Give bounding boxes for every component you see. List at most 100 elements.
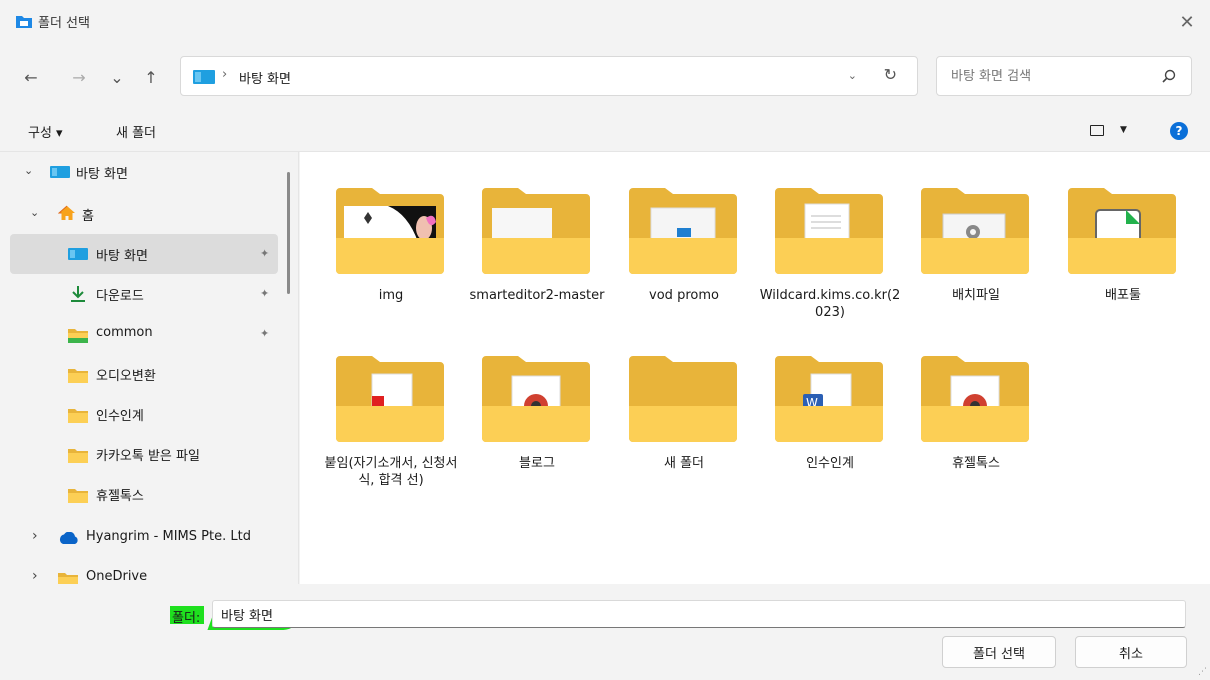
folder-tile[interactable]: vod promo (611, 174, 741, 344)
sidebar-item-home[interactable]: ⌄ 홈 (10, 194, 278, 234)
help-button[interactable]: ? (1170, 122, 1188, 140)
recent-locations-button[interactable]: ⌄ (104, 64, 130, 90)
folder-name: 배치파일 (952, 288, 1000, 303)
resize-grip-icon[interactable]: ⋰ (1198, 667, 1207, 677)
sidebar-item-audio-convert[interactable]: 오디오변환 (10, 354, 278, 394)
sidebar-item-onedrive-business[interactable]: › Hyangrim - MIMS Pte. Ltd (10, 518, 278, 558)
folder-label: 폴더: (172, 611, 201, 626)
folder-icon (336, 356, 444, 442)
address-dropdown-icon[interactable]: ⌄ (848, 69, 857, 82)
folder-name: smarteditor2-master (469, 288, 605, 303)
chevron-down-icon[interactable]: ⌄ (30, 206, 39, 219)
sidebar-item-label: 바탕 화면 (96, 249, 148, 264)
sidebar-item-kakaotalk-files[interactable]: 카카오톡 받은 파일 (10, 434, 278, 474)
sidebar-item-label: 카카오톡 받은 파일 (96, 449, 200, 464)
search-box (936, 56, 1192, 96)
sidebar-item-label: 인수인계 (96, 409, 144, 424)
chevron-down-icon[interactable]: ⌄ (24, 164, 33, 177)
navigation-pane: ⌄ 바탕 화면 ⌄ 홈 바탕 화면 ✦ 다운로드 ✦ common ✦ 오디오변… (0, 152, 292, 584)
desktop-icon (193, 70, 215, 84)
sidebar-item-handover[interactable]: 인수인계 (10, 394, 278, 434)
folder-icon (68, 489, 88, 503)
chevron-right-icon[interactable]: › (32, 568, 38, 584)
organize-menu[interactable]: 구성 ▾ (28, 122, 63, 141)
folder-tile[interactable]: 새 폴더 (611, 342, 741, 512)
close-icon: ✕ (1179, 11, 1195, 33)
search-input[interactable] (937, 57, 1147, 95)
chevron-right-icon[interactable]: › (32, 528, 38, 544)
folder-tile[interactable]: smarteditor2-master (464, 174, 604, 344)
forward-button[interactable]: → (66, 64, 92, 90)
sidebar-item-label: 다운로드 (96, 289, 144, 304)
chevron-down-icon: ⌄ (110, 67, 124, 87)
folder-name: 휴젤톡스 (952, 456, 1000, 471)
folder-tile[interactable]: Wildcard.kims.co.kr(2023) (757, 174, 900, 344)
window-title: 폴더 선택 (38, 16, 90, 31)
sidebar-item-onedrive[interactable]: › OneDrive (10, 558, 278, 584)
pin-icon: ✦ (260, 247, 270, 260)
address-bar[interactable]: › 바탕 화면 ⌄ ↻ (180, 56, 918, 96)
cloud-icon (59, 532, 78, 544)
breadcrumb-desktop[interactable]: 바탕 화면 (239, 68, 291, 87)
up-button[interactable]: ↑ (138, 64, 164, 90)
new-folder-button[interactable]: 새 폴더 (116, 122, 156, 141)
sidebar-item-hugeltox[interactable]: 휴젤톡스 (10, 474, 278, 514)
folder-icon (629, 188, 737, 274)
folder-tile[interactable]: W 인수인계 (757, 342, 887, 512)
view-options-button[interactable]: ▼ (1088, 120, 1136, 142)
download-icon (71, 286, 85, 302)
desktop-icon (50, 166, 70, 178)
back-arrow-icon: ← (24, 67, 38, 87)
navigation-bar: ← → ⌄ ↑ › 바탕 화면 ⌄ ↻ (0, 44, 1210, 108)
pin-icon: ✦ (260, 327, 270, 340)
sidebar-scrollbar[interactable] (287, 172, 290, 294)
folder-name: vod promo (649, 288, 719, 303)
folder-icon (58, 573, 78, 584)
sidebar-item-label: 오디오변환 (96, 369, 156, 384)
folder-icon (921, 188, 1029, 274)
sidebar-item-label: common (96, 325, 153, 340)
sidebar-item-label: Hyangrim - MIMS Pte. Ltd (86, 529, 251, 544)
folder-icon (921, 356, 1029, 442)
refresh-icon[interactable]: ↻ (884, 65, 897, 84)
sidebar-item-downloads[interactable]: 다운로드 ✦ (10, 274, 278, 314)
folder-tile[interactable]: 블로그 (464, 342, 594, 512)
folder-icon: W (775, 356, 883, 442)
folder-icon (68, 369, 88, 383)
folder-name: Wildcard.kims.co.kr(2023) (759, 288, 901, 320)
folder-icon (68, 449, 88, 463)
folder-name: 새 폴더 (663, 456, 704, 471)
pane-divider[interactable] (298, 152, 299, 584)
folder-tile[interactable]: 붙임(자기소개서, 신청서식, 합격 선) (318, 342, 457, 512)
folder-name-field[interactable] (212, 600, 1186, 628)
home-icon (58, 205, 75, 220)
cancel-button[interactable]: 취소 (1075, 636, 1187, 668)
sidebar-item-common[interactable]: common ✦ (10, 314, 278, 354)
sidebar-item-label: 홈 (82, 209, 94, 224)
folder-tile[interactable]: 배포툴 (1050, 174, 1180, 344)
up-arrow-icon: ↑ (144, 67, 158, 87)
folder-icon (482, 188, 590, 274)
folder-tile[interactable]: 휴젤톡스 (903, 342, 1033, 512)
folder-app-icon (16, 16, 32, 28)
caret-down-icon: ▼ (1120, 125, 1127, 135)
folder-tile[interactable]: 배치파일 (903, 174, 1033, 344)
command-bar: 구성 ▾ 새 폴더 ▼ (0, 108, 1210, 152)
close-button[interactable]: ✕ (1164, 0, 1210, 44)
select-folder-button[interactable]: 폴더 선택 (942, 636, 1056, 668)
sidebar-item-label: 바탕 화면 (76, 167, 128, 182)
search-icon[interactable] (1161, 68, 1177, 84)
forward-arrow-icon: → (72, 67, 86, 87)
sidebar-item-desktop-root[interactable]: ⌄ 바탕 화면 (10, 152, 278, 192)
folder-tile[interactable]: img (318, 174, 448, 344)
desktop-icon (68, 248, 88, 260)
dialog-footer: 폴더: 폴더 선택 취소 ⋰ (0, 584, 1210, 680)
folder-name: 블로그 (519, 456, 555, 471)
back-button[interactable]: ← (18, 64, 44, 90)
view-layout-icon (1090, 125, 1104, 136)
folder-icon (336, 188, 444, 274)
folder-icon (629, 356, 737, 442)
folder-name: 붙임(자기소개서, 신청서식, 합격 선) (324, 456, 458, 488)
sidebar-item-desktop[interactable]: 바탕 화면 ✦ (10, 234, 278, 274)
pin-icon: ✦ (260, 287, 270, 300)
